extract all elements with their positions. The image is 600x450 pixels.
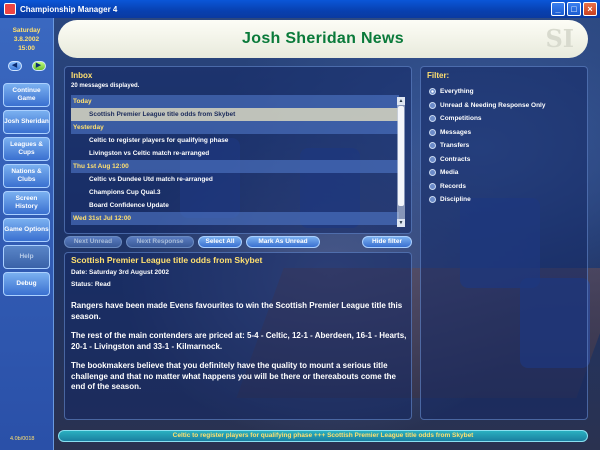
sidebar-item-continue-game[interactable]: Continue Game <box>3 83 50 107</box>
filter-option[interactable]: Discipline <box>429 195 545 204</box>
inbox-scrollbar[interactable]: ▲ ▼ <box>397 97 405 227</box>
message-group-header: Today <box>71 95 399 108</box>
message-group-header: Yesterday <box>71 121 399 134</box>
message-row[interactable]: Celtic vs Dundee Utd match re-arranged <box>71 173 399 186</box>
message-row[interactable]: Livingston vs Celtic match re-arranged <box>71 147 399 160</box>
sidebar-item-screen-history[interactable]: Screen History <box>3 191 50 215</box>
sidebar-nav: Continue Game Josh Sheridan Leagues & Cu… <box>0 83 53 296</box>
filter-option-label: Transfers <box>440 142 470 149</box>
filter-option[interactable]: Everything <box>429 87 545 96</box>
hide-filter-button[interactable]: Hide filter <box>362 236 412 248</box>
sidebar-item-help[interactable]: Help <box>3 245 50 269</box>
filter-options: Everything Unread & Needing Response Only… <box>429 87 545 204</box>
filter-option-label: Contracts <box>440 155 471 163</box>
forward-arrow-icon[interactable]: ▶ <box>31 61 46 71</box>
minimize-button[interactable]: _ <box>551 2 565 16</box>
filter-title: Filter: <box>427 71 450 80</box>
radio-icon[interactable] <box>429 142 436 149</box>
app-icon <box>4 3 16 15</box>
window-title: Championship Manager 4 <box>20 4 118 14</box>
message-list: Today Scottish Premier League title odds … <box>71 95 399 229</box>
game-date: Saturday 3.8.2002 15:00 <box>0 18 53 53</box>
filter-option[interactable]: Unread & Needing Response Only <box>429 101 545 110</box>
sidebar: Saturday 3.8.2002 15:00 ◀ ▶ Continue Gam… <box>0 18 54 450</box>
sidebar-item-game-options[interactable]: Game Options <box>3 218 50 242</box>
filter-option-label: Unread & Needing Response Only <box>440 101 546 109</box>
filter-option[interactable]: Records <box>429 182 545 191</box>
message-group-header: Thu 1st Aug 12:00 <box>71 160 399 173</box>
history-arrows: ◀ ▶ <box>0 61 53 71</box>
sidebar-item-leagues-cups[interactable]: Leagues & Cups <box>3 137 50 161</box>
message-row[interactable]: Champions Cup Qual.3 <box>71 186 399 199</box>
filter-option[interactable]: Media <box>429 168 545 177</box>
filter-option-label: Discipline <box>440 196 471 203</box>
message-status: Status: Read <box>71 281 111 288</box>
radio-icon[interactable] <box>429 88 436 95</box>
filter-option-label: Everything <box>440 88 474 95</box>
game-time: 15:00 <box>18 45 35 52</box>
select-all-button[interactable]: Select All <box>198 236 242 248</box>
message-date: Date: Saturday 3rd August 2002 <box>71 269 170 276</box>
scroll-down-icon[interactable]: ▼ <box>397 219 405 227</box>
inbox-panel: Inbox 20 messages displayed. Today Scotti… <box>64 66 412 234</box>
cm-logo-icon: SI <box>545 24 574 53</box>
version-label: 4.0b/0018 <box>10 436 35 442</box>
message-row[interactable]: Scottish Premier League title odds from … <box>71 108 399 121</box>
message-row[interactable]: Board Confidence Update <box>71 199 399 212</box>
inbox-title: Inbox <box>71 71 93 80</box>
sidebar-item-manager[interactable]: Josh Sheridan <box>3 110 50 134</box>
message-paragraph: The rest of the main contenders are pric… <box>71 331 407 351</box>
message-paragraph: Rangers have been made Evens favourites … <box>71 301 403 321</box>
sidebar-item-nations-clubs[interactable]: Nations & Clubs <box>3 164 50 188</box>
filter-option-label: Media <box>440 169 459 176</box>
radio-icon[interactable] <box>429 196 436 203</box>
radio-icon[interactable] <box>429 182 436 190</box>
filter-option[interactable]: Transfers <box>429 141 545 150</box>
inbox-actions: Next Unread Next Response Select All Mar… <box>64 236 412 248</box>
message-body: Rangers have been made Evens favourites … <box>71 301 407 402</box>
radio-icon[interactable] <box>429 101 436 109</box>
message-row[interactable]: Celtic to register players for qualifyin… <box>71 134 399 147</box>
sidebar-item-debug[interactable]: Debug <box>3 272 50 296</box>
window-controls: _ □ × <box>551 2 597 16</box>
message-detail-panel: Scottish Premier League title odds from … <box>64 252 412 420</box>
game-date-value: 3.8.2002 <box>13 36 40 43</box>
game-day: Saturday <box>12 27 41 34</box>
radio-icon[interactable] <box>429 115 436 122</box>
filter-panel: Filter: Everything Unread & Needing Respo… <box>420 66 588 420</box>
message-group-header: Wed 31st Jul 12:00 <box>71 212 399 225</box>
close-button[interactable]: × <box>583 2 597 16</box>
back-arrow-icon[interactable]: ◀ <box>7 61 22 71</box>
maximize-button[interactable]: □ <box>567 2 581 16</box>
next-unread-button[interactable]: Next Unread <box>64 236 122 248</box>
mark-unread-button[interactable]: Mark As Unread <box>246 236 320 248</box>
message-paragraph: The bookmakers believe that you definite… <box>71 361 396 391</box>
filter-option-label: Competitions <box>440 115 482 122</box>
filter-option[interactable]: Messages <box>429 128 545 137</box>
radio-icon[interactable] <box>429 169 436 176</box>
page-header: Josh Sheridan News SI <box>58 20 588 58</box>
radio-icon[interactable] <box>429 128 436 136</box>
filter-option-label: Messages <box>440 128 472 136</box>
scroll-up-icon[interactable]: ▲ <box>397 97 405 105</box>
page-title: Josh Sheridan News <box>242 30 404 47</box>
news-ticker[interactable]: Celtic to register players for qualifyin… <box>58 430 588 442</box>
next-response-button[interactable]: Next Response <box>126 236 194 248</box>
inbox-count: 20 messages displayed. <box>71 83 140 89</box>
scroll-thumb[interactable] <box>398 106 404 206</box>
radio-icon[interactable] <box>429 155 436 163</box>
filter-option-label: Records <box>440 182 467 190</box>
window-titlebar: Championship Manager 4 _ □ × <box>0 0 600 18</box>
filter-option[interactable]: Competitions <box>429 114 545 123</box>
filter-option[interactable]: Contracts <box>429 155 545 164</box>
message-subject: Scottish Premier League title odds from … <box>71 255 263 265</box>
